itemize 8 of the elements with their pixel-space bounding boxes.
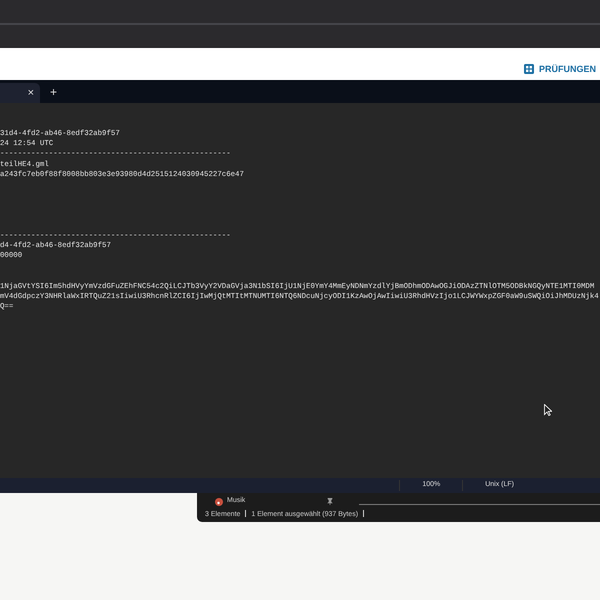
- pin-icon: [327, 498, 334, 505]
- close-tab-button[interactable]: ×: [28, 88, 34, 98]
- music-folder-icon: [215, 498, 223, 506]
- new-tab-button[interactable]: +: [50, 86, 58, 98]
- mouse-pointer-icon: [544, 404, 552, 416]
- grid-icon: [524, 64, 534, 74]
- pruefungen-button[interactable]: PRÜFUNGEN: [524, 62, 596, 76]
- editor-tab[interactable]: ×: [0, 83, 40, 103]
